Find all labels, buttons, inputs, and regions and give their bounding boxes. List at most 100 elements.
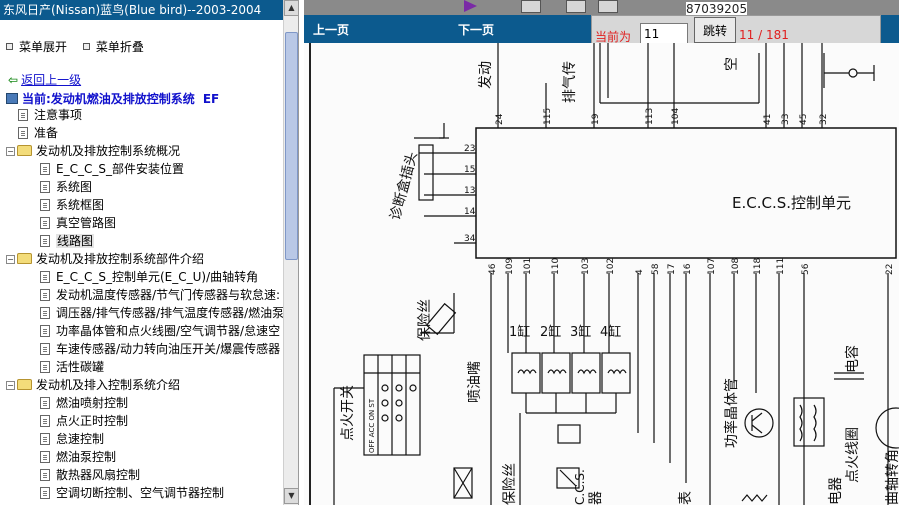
pin-number: 23: [464, 144, 475, 154]
tree-item-label: 车速传感器/动力转向油压开关/爆震传感器: [56, 342, 281, 356]
tree-item-label: 活性碳罐: [56, 360, 105, 374]
pin-number: 101: [523, 258, 533, 275]
document-icon: [40, 469, 50, 481]
square-icon: [82, 43, 90, 50]
menu-expand-button[interactable]: 菜单展开: [6, 38, 67, 55]
tree-item[interactable]: 系统图: [0, 178, 283, 196]
tree-item[interactable]: 真空管路图: [0, 214, 283, 232]
collapse-toggle-icon[interactable]: −: [6, 381, 15, 390]
folder-icon: [17, 145, 32, 156]
ignition-switch-label: 点火开关: [340, 385, 356, 441]
cyl1-label: 1缸: [509, 324, 530, 340]
tree-item[interactable]: E_C_C_S_控制单元(E_C_U)/曲轴转角: [0, 268, 283, 286]
pin-number: 41: [763, 114, 773, 125]
prev-page-link[interactable]: 上一页: [313, 21, 349, 38]
pin-number: 58: [651, 263, 661, 275]
tree-item[interactable]: 调压器/排气传感器/排气温度传感器/燃油泵: [0, 304, 283, 322]
pin-number: 13: [464, 186, 475, 196]
goto-page-button[interactable]: 跳转: [694, 17, 736, 43]
pin-number: 110: [551, 258, 561, 275]
menu-collapse-button[interactable]: 菜单折叠: [82, 38, 144, 55]
tree-item[interactable]: 线路图: [0, 232, 283, 250]
bottom-fragment-2: 表: [678, 491, 694, 505]
pin-number: 56: [801, 263, 811, 275]
tree-item-label: 空调切断控制、空气调节器控制: [56, 486, 225, 500]
engine-label-fragment: 发动: [478, 61, 494, 89]
tree-item[interactable]: 散热器风扇控制: [0, 466, 283, 484]
tree-item[interactable]: 空调切断控制、空气调节器控制: [0, 484, 283, 502]
tree-item-label: 怠速控制: [56, 432, 105, 446]
pin-number: 109: [505, 258, 515, 275]
toolbar-button[interactable]: [521, 0, 541, 13]
pin-number: 22: [885, 264, 895, 275]
tree-item[interactable]: 车速传感器/动力转向油压开关/爆震传感器: [0, 340, 283, 358]
tree-item[interactable]: 燃油喷射控制: [0, 394, 283, 412]
tree-folder[interactable]: − 发动机及排入控制系统介绍: [0, 376, 283, 394]
next-page-link[interactable]: 下一页: [458, 21, 494, 38]
tree-item-label: 燃油泵控制: [56, 450, 117, 464]
tree-item[interactable]: 活性碳罐: [0, 358, 283, 376]
tree-item-label: 线路图: [56, 234, 95, 248]
toolbar-button[interactable]: [566, 0, 586, 13]
document-icon: [40, 235, 50, 247]
pin-number: 14: [464, 207, 476, 217]
pin-number: 103: [581, 258, 591, 275]
tree-folder[interactable]: − 发动机及排放控制系统部件介绍: [0, 250, 283, 268]
current-section-label: 当前:发动机燃油及排放控制系统: [22, 92, 195, 106]
document-icon: [40, 397, 50, 409]
pins-left: 23 15 13 14 34: [464, 144, 476, 244]
tree-item[interactable]: 发动机温度传感器/节气门传感器与软怠速:: [0, 286, 283, 304]
tree-item-label: 发动机及排放控制系统部件介绍: [36, 252, 205, 266]
scroll-up-button[interactable]: ▲: [284, 0, 298, 16]
tree-item[interactable]: 点火正时控制: [0, 412, 283, 430]
page-viewer: 87039205 上一页 下一页 当前为 跳转 11 / 181 E.C.C.S…: [304, 0, 899, 505]
pin-number: 102: [606, 258, 616, 275]
tree-item[interactable]: 准备: [0, 124, 283, 142]
pin-number: 15: [464, 165, 475, 175]
pin-number: 113: [645, 108, 655, 125]
tree-item-label: 发动机及排入控制系统介绍: [36, 378, 181, 392]
scroll-down-button[interactable]: ▼: [284, 488, 298, 504]
tree-item[interactable]: 功率晶体管和点火线圈/空气调节器/怠速空: [0, 322, 283, 340]
tree-folder[interactable]: − 发动机及排放控制系统概况: [0, 142, 283, 160]
toolbar-button[interactable]: [598, 0, 618, 13]
tree-item-label: 系统框图: [56, 198, 105, 212]
tree-item-label: 点火正时控制: [56, 414, 129, 428]
pins-top: 24 115 19 113 104 41 33 45 32: [495, 108, 829, 125]
collapse-toggle-icon[interactable]: −: [6, 147, 15, 156]
document-icon: [40, 361, 50, 373]
tree-item[interactable]: 怠速控制: [0, 430, 283, 448]
bottom-fragment-3: 电器: [828, 477, 844, 505]
collapse-toggle-icon[interactable]: −: [6, 255, 15, 264]
manual-title: 东风日产(Nissan)蓝鸟(Blue bird)--2003-2004: [0, 0, 283, 20]
tree-item[interactable]: 系统框图: [0, 196, 283, 214]
cyl2-label: 2缸: [540, 324, 561, 340]
fuse-label: 保险丝: [417, 299, 433, 341]
diag-connector-label: 诊断盒插头: [386, 150, 421, 222]
tree-item-label: 发动机温度传感器/节气门传感器与软怠速:: [56, 288, 281, 302]
back-arrow-icon: ⇦: [8, 73, 19, 87]
pin-number: 108: [731, 258, 741, 275]
tree-item-label: 散热器风扇控制: [56, 468, 141, 482]
cyl3-label: 3缸: [570, 324, 591, 340]
document-icon: [40, 181, 50, 193]
document-icon: [40, 433, 50, 445]
pins-bottom: 46 109 101 110 103 102 4 58 17 16 107 108 118 111 56 22: [488, 258, 895, 275]
tree-item-label: E_C_C_S_部件安装位置: [56, 162, 184, 176]
page-number-input[interactable]: [640, 23, 688, 44]
tree-item[interactable]: E_C_C_S_部件安装位置: [0, 160, 283, 178]
tree-item[interactable]: 燃油泵控制: [0, 448, 283, 466]
tree-item[interactable]: 注意事项: [0, 106, 283, 124]
pin-number: 34: [464, 234, 476, 244]
scroll-thumb[interactable]: [285, 32, 298, 260]
tree-item-label: 注意事项: [34, 108, 83, 122]
document-icon: [40, 307, 50, 319]
cyl4-label: 4缸: [600, 324, 621, 340]
document-icon: [40, 487, 50, 499]
bottom-fragment-1: 器: [588, 491, 604, 505]
tree-scrollbar[interactable]: ▲ ▼: [283, 0, 298, 505]
document-icon: [40, 451, 50, 463]
document-icon: [40, 199, 50, 211]
flag-icon: [464, 0, 477, 12]
back-link[interactable]: 返回上一级: [21, 73, 81, 87]
